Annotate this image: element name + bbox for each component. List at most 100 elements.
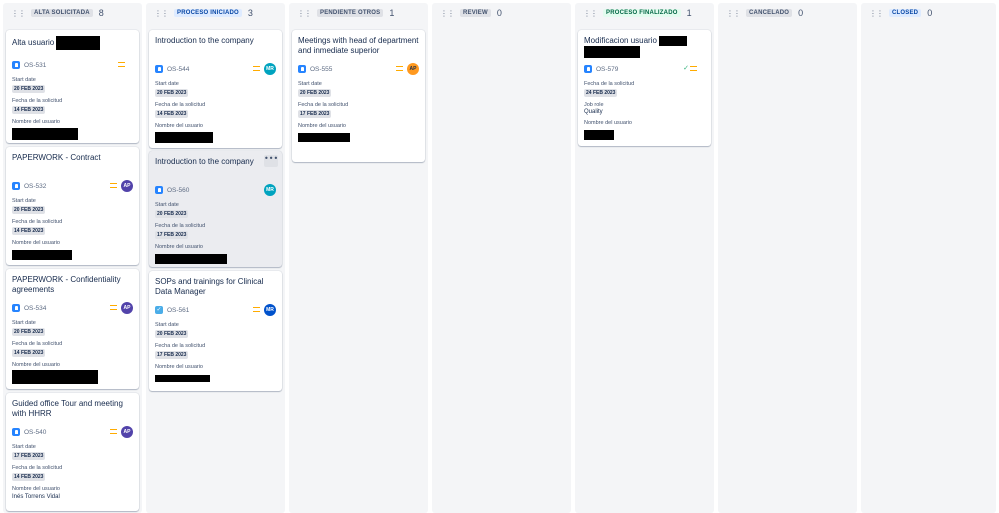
redacted-user-name <box>12 127 78 140</box>
card-title: Alta usuario <box>12 36 133 50</box>
field-label-start-date: Start date <box>155 81 179 87</box>
issue-key[interactable]: OS-532 <box>24 183 46 190</box>
more-actions-button[interactable]: ••• <box>264 155 278 167</box>
field-label-request-date: Fecha de la solicitud <box>12 219 63 225</box>
request-date-value: 14 FEB 2023 <box>12 106 46 114</box>
field-label-request-date: Fecha de la solicitud <box>298 102 349 108</box>
card-os-531[interactable]: Alta usuario OS-531 Start date 20 FEB 20… <box>6 30 139 143</box>
field-label-request-date: Fecha de la solicitud <box>155 102 206 108</box>
card-key-row: OS-540 AP <box>12 425 133 439</box>
drag-handle-icon[interactable]: ⋮⋮ <box>583 9 598 18</box>
start-date-value: 20 FEB 2023 <box>12 206 46 214</box>
issue-key[interactable]: OS-579 <box>596 66 618 73</box>
redacted-block <box>56 36 101 50</box>
column-title: PENDIENTE OTROS <box>317 9 384 17</box>
card-os-555[interactable]: Meetings with head of department and inm… <box>292 30 425 162</box>
column-header[interactable]: ⋮⋮ REVIEW 0 <box>432 3 571 23</box>
card-os-560[interactable]: Introduction to the company ••• OS-560 M… <box>149 151 282 267</box>
card-title: Introduction to the company <box>155 157 254 166</box>
card-key-row: OS-534 AP <box>12 301 133 315</box>
column-count: 1 <box>686 8 692 18</box>
card-os-544[interactable]: Introduction to the company OS-544 MR St… <box>149 30 282 148</box>
column-title: CLOSED <box>889 9 922 17</box>
card-os-532[interactable]: PAPERWORK - Contract OS-532 AP Start dat… <box>6 147 139 265</box>
card-key-row: OS-579 ✓ <box>584 62 705 76</box>
card-title: SOPs and trainings for Clinical Data Man… <box>155 277 264 296</box>
field-label-request-date: Fecha de la solicitud <box>155 223 206 229</box>
issue-key[interactable]: OS-531 <box>24 62 46 69</box>
start-date-value: 20 FEB 2023 <box>12 85 46 93</box>
field-label-start-date: Start date <box>155 322 179 328</box>
column-count: 0 <box>496 8 502 18</box>
drag-handle-icon[interactable]: ⋮⋮ <box>297 9 312 18</box>
card-os-561[interactable]: SOPs and trainings for Clinical Data Man… <box>149 271 282 391</box>
column-header[interactable]: ⋮⋮ PROCESO INICIADO 3 <box>146 3 285 23</box>
card-title: Meetings with head of department and inm… <box>298 36 419 55</box>
card-key-row: OS-561 MR <box>155 303 276 317</box>
column-pendiente-otros: ⋮⋮ PENDIENTE OTROS 1 Meetings with head … <box>289 3 428 513</box>
column-count: 0 <box>798 8 804 18</box>
drag-handle-icon[interactable]: ⋮⋮ <box>869 9 884 18</box>
redacted-user-name <box>12 369 98 384</box>
issue-key[interactable]: OS-555 <box>310 66 332 73</box>
request-date-value: 14 FEB 2023 <box>12 227 46 235</box>
issue-key[interactable]: OS-544 <box>167 66 189 73</box>
start-date-value: 20 FEB 2023 <box>155 210 189 218</box>
column-header[interactable]: ⋮⋮ ALTA SOLICITADA 8 <box>3 3 142 23</box>
assignee-avatar[interactable]: AP <box>121 180 133 192</box>
kanban-board: ⋮⋮ ALTA SOLICITADA 8 Alta usuario OS-531… <box>0 0 999 513</box>
field-label-job-role: Job role <box>584 102 604 109</box>
issue-key[interactable]: OS-560 <box>167 187 189 194</box>
column-header[interactable]: ⋮⋮ CLOSED 0 <box>861 3 996 23</box>
redacted-user-name <box>12 249 72 260</box>
assignee-avatar[interactable]: MR <box>264 184 276 196</box>
issue-key[interactable]: OS-534 <box>24 305 46 312</box>
issue-key[interactable]: OS-561 <box>167 307 189 314</box>
card-key-row: OS-531 <box>12 58 133 72</box>
priority-medium-icon <box>118 62 125 67</box>
priority-medium-icon <box>253 66 260 71</box>
card-os-540[interactable]: Guided office Tour and meeting with HHRR… <box>6 393 139 511</box>
request-date-value: 14 FEB 2023 <box>12 473 46 481</box>
column-header[interactable]: ⋮⋮ CANCELADO 0 <box>718 3 857 23</box>
assignee-avatar[interactable]: AP <box>407 63 419 75</box>
story-icon <box>12 428 20 436</box>
request-date-value: 17 FEB 2023 <box>155 231 189 239</box>
column-title: ALTA SOLICITADA <box>31 9 93 17</box>
card-os-534[interactable]: PAPERWORK - Confidentiality agreements O… <box>6 269 139 389</box>
assignee-avatar[interactable]: AP <box>121 426 133 438</box>
issue-key[interactable]: OS-540 <box>24 429 46 436</box>
field-label-user-name: Nombre del usuario <box>155 244 203 250</box>
card-os-579[interactable]: Modificacion usuario OS-579 ✓ Fecha de l… <box>578 30 711 146</box>
start-date-value: 20 FEB 2023 <box>155 330 189 338</box>
field-label-request-date: Fecha de la solicitud <box>12 341 63 347</box>
task-icon <box>155 306 163 314</box>
card-key-row: OS-544 MR <box>155 62 276 76</box>
drag-handle-icon[interactable]: ⋮⋮ <box>11 9 26 18</box>
column-count: 1 <box>389 8 395 18</box>
card-key-row: OS-555 AP <box>298 62 419 76</box>
assignee-avatar[interactable]: MR <box>264 304 276 316</box>
request-date-value: 14 FEB 2023 <box>12 349 46 357</box>
assignee-avatar[interactable]: AP <box>121 302 133 314</box>
start-date-value: 20 FEB 2023 <box>298 89 332 97</box>
drag-handle-icon[interactable]: ⋮⋮ <box>726 9 741 18</box>
redacted-user-name <box>155 253 227 264</box>
story-icon <box>298 65 306 73</box>
drag-handle-icon[interactable]: ⋮⋮ <box>440 9 455 18</box>
story-icon <box>12 304 20 312</box>
assignee-avatar[interactable]: MR <box>264 63 276 75</box>
column-title: CANCELADO <box>746 9 793 17</box>
job-role-value: Quality <box>584 109 603 116</box>
priority-medium-icon <box>110 183 117 188</box>
drag-handle-icon[interactable]: ⋮⋮ <box>154 9 169 18</box>
field-label-start-date: Start date <box>12 77 36 83</box>
column-header[interactable]: ⋮⋮ PENDIENTE OTROS 1 <box>289 3 428 23</box>
column-header[interactable]: ⋮⋮ PROCESO FINALIZADO 1 <box>575 3 714 23</box>
redacted-block <box>659 36 688 46</box>
field-label-request-date: Fecha de la solicitud <box>155 343 206 349</box>
column-proceso-finalizado: ⋮⋮ PROCESO FINALIZADO 1 Modificacion usu… <box>575 3 714 513</box>
field-label-start-date: Start date <box>12 198 36 204</box>
field-label-user-name: Nombre del usuario <box>12 240 60 246</box>
redacted-block <box>584 46 640 59</box>
